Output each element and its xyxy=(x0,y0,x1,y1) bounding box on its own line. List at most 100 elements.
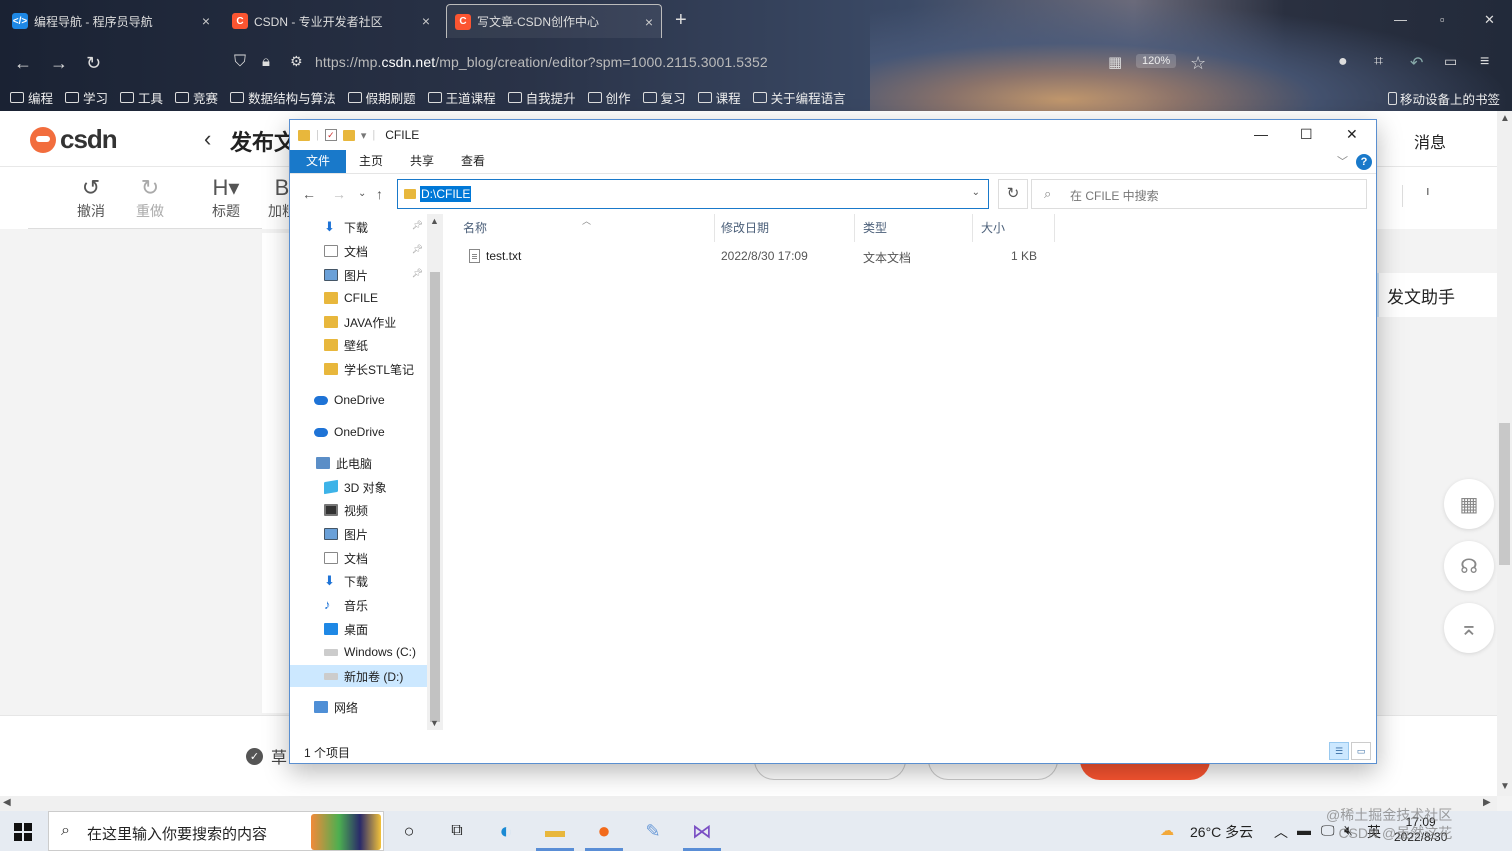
back-to-top-icon[interactable]: ⌅ xyxy=(1444,603,1494,653)
forward-arrow-icon[interactable]: → xyxy=(50,53,68,74)
bookmark-folder[interactable]: 竞赛 xyxy=(175,88,218,107)
nav-item-network[interactable]: 网络 xyxy=(290,696,427,718)
bookmark-folder[interactable]: 假期刷题 xyxy=(347,88,416,107)
page-horizontal-scrollbar[interactable]: ◀ ▶ xyxy=(0,796,1497,811)
browser-tab-1[interactable]: </> 编程导航 - 程序员导航 × xyxy=(4,4,218,38)
nav-item-pictures[interactable]: 图片 xyxy=(290,523,427,545)
browser-tab-2[interactable]: C CSDN - 专业开发者社区 × xyxy=(224,4,438,38)
nav-item-desktop[interactable]: 桌面 xyxy=(290,618,427,640)
pin-icon[interactable]: 📌︎ xyxy=(412,220,423,231)
restore-icon[interactable]: ▫ xyxy=(1440,12,1445,27)
nav-pane-scrollbar[interactable]: ▲ ▼ xyxy=(427,214,443,730)
tab-file[interactable]: 文件 xyxy=(290,150,346,173)
back-arrow-icon[interactable]: ← xyxy=(14,53,32,74)
permissions-icon[interactable]: ⚙︎ xyxy=(290,53,303,70)
scroll-down-icon[interactable]: ▼ xyxy=(430,718,439,728)
up-arrow-icon[interactable]: ↑ xyxy=(376,186,383,202)
address-input[interactable]: D:\CFILE ⌄ xyxy=(397,179,989,209)
nav-item-java[interactable]: JAVA作业 xyxy=(290,311,427,333)
firefox-icon[interactable]: ● xyxy=(585,818,623,851)
address-path[interactable]: D:\CFILE xyxy=(420,186,472,202)
forward-arrow-icon[interactable]: → xyxy=(332,186,346,202)
nav-item-stl-notes[interactable]: 学长STL笔记 xyxy=(290,358,427,380)
paint-icon[interactable]: ✎ xyxy=(640,819,666,843)
qr-code-icon[interactable]: ▦ xyxy=(1444,479,1494,529)
tab-share[interactable]: 共享 xyxy=(397,150,447,173)
nav-item-downloads[interactable]: ⬇ 下载 📌︎ xyxy=(290,216,427,238)
close-window-icon[interactable]: ✕ xyxy=(1484,12,1495,28)
file-row[interactable]: test.txt 2022/8/30 17:09 文本文档 1 KB xyxy=(455,244,1055,268)
close-tab-icon[interactable]: × xyxy=(202,13,210,29)
undo-button[interactable]: ↺ 撤消 xyxy=(71,175,111,221)
explorer-title-bar[interactable]: | ✓ ▾ | CFILE — ☐ ✕ xyxy=(290,120,1376,150)
file-explorer-icon[interactable]: ▬ xyxy=(536,819,574,851)
nav-item-pictures[interactable]: 图片 📌︎ xyxy=(290,264,427,286)
battery-icon[interactable]: ▬ xyxy=(1297,822,1311,838)
shield-icon[interactable]: ⛉ xyxy=(234,53,246,71)
properties-icon[interactable]: ✓ xyxy=(324,129,337,141)
nav-item-videos[interactable]: 视频 xyxy=(290,499,427,521)
profile-avatar-icon[interactable]: ● xyxy=(1338,53,1348,71)
tab-home[interactable]: 主页 xyxy=(346,150,396,173)
minimize-icon[interactable]: — xyxy=(1394,12,1407,27)
close-tab-icon[interactable]: × xyxy=(422,13,430,29)
new-folder-icon[interactable] xyxy=(342,129,355,141)
column-modified[interactable]: 修改日期 xyxy=(713,214,855,242)
bookmark-folder[interactable]: 课程 xyxy=(697,88,741,107)
expand-ribbon-icon[interactable]: ﹀ xyxy=(1337,153,1348,169)
bookmark-folder[interactable]: 王道课程 xyxy=(427,88,496,107)
headset-icon[interactable]: ☊ xyxy=(1444,541,1494,591)
recent-locations-icon[interactable]: ⌄ xyxy=(358,188,366,199)
tab-view[interactable]: 查看 xyxy=(448,150,498,173)
refresh-button[interactable]: ↻ xyxy=(998,179,1028,209)
bookmark-folder[interactable]: 编程 xyxy=(10,88,53,107)
mobile-bookmarks[interactable]: 移动设备上的书签 xyxy=(1387,89,1500,108)
nav-item-music[interactable]: ♪ 音乐 xyxy=(290,594,427,616)
maximize-icon[interactable]: ☐ xyxy=(1300,126,1313,143)
undo-close-icon[interactable]: ↶ xyxy=(1410,53,1423,73)
pin-icon[interactable]: 📌︎ xyxy=(412,268,423,279)
nav-item-drive-c[interactable]: Windows (C:) xyxy=(290,641,427,663)
heading-button[interactable]: H▾ 标题 xyxy=(206,175,246,221)
details-view-icon[interactable]: ☰ xyxy=(1329,742,1349,760)
url-bar[interactable]: https://mp.csdn.net/mp_blog/creation/edi… xyxy=(315,54,768,70)
task-view-icon[interactable]: ⧉ xyxy=(444,819,470,843)
redo-button[interactable]: ↻ 重做 xyxy=(130,175,170,221)
close-tab-icon[interactable]: × xyxy=(645,14,653,30)
pin-icon[interactable]: 📌︎ xyxy=(412,244,423,255)
scrollbar-thumb[interactable] xyxy=(1499,423,1510,565)
scrollbar-thumb[interactable] xyxy=(430,272,440,722)
nav-item-documents[interactable]: 文档 📌︎ xyxy=(290,240,427,262)
bookmark-folder[interactable]: 复习 xyxy=(642,88,686,107)
nav-item-drive-d[interactable]: 新加卷 (D:) xyxy=(290,665,427,687)
nav-item-cfile[interactable]: CFILE xyxy=(290,287,427,309)
writing-assistant-tab[interactable]: 发文助手 xyxy=(1376,273,1497,317)
search-input[interactable]: ⌕ 在 CFILE 中搜索 xyxy=(1031,179,1367,209)
scroll-right-icon[interactable]: ▶ xyxy=(1483,797,1491,808)
column-type[interactable]: 类型 xyxy=(855,214,973,242)
bookmark-folder[interactable]: 学习 xyxy=(65,88,108,107)
scroll-up-icon[interactable]: ▲ xyxy=(430,216,439,226)
lock-icon[interactable]: 🔒︎ xyxy=(262,53,270,70)
nav-item-downloads[interactable]: ⬇ 下载 xyxy=(290,570,427,592)
chevron-down-icon[interactable]: ⌄ xyxy=(972,187,980,198)
scroll-up-icon[interactable]: ▲ xyxy=(1500,113,1510,124)
nav-item-3d-objects[interactable]: 3D 对象 xyxy=(290,476,427,498)
messages-link[interactable]: 消息 xyxy=(1414,129,1446,153)
scroll-down-icon[interactable]: ▼ xyxy=(1500,781,1510,792)
chevron-up-icon[interactable]: ︿ xyxy=(1274,822,1288,842)
menu-icon[interactable]: ≡ xyxy=(1480,53,1489,71)
back-arrow-icon[interactable]: ← xyxy=(302,186,316,202)
customize-dropdown-icon[interactable]: ▾ xyxy=(361,129,367,142)
column-size[interactable]: 大小 xyxy=(973,214,1055,242)
nav-item-onedrive[interactable]: OneDrive xyxy=(290,421,427,443)
reload-icon[interactable]: ↻ xyxy=(86,53,101,74)
bookmark-folder[interactable]: 创作 xyxy=(587,88,631,107)
large-icons-view-icon[interactable]: ▭ xyxy=(1351,742,1371,760)
browser-tab-active[interactable]: C 写文章-CSDN创作中心 × xyxy=(446,4,662,38)
zoom-indicator[interactable]: 120% xyxy=(1136,54,1177,68)
visual-studio-icon[interactable]: ⋈ xyxy=(683,819,721,851)
screenshot-icon[interactable]: ⌗ xyxy=(1374,53,1383,71)
edge-browser-icon[interactable]: ◐ xyxy=(493,818,519,843)
bookmark-star-icon[interactable]: ☆ xyxy=(1190,53,1206,74)
